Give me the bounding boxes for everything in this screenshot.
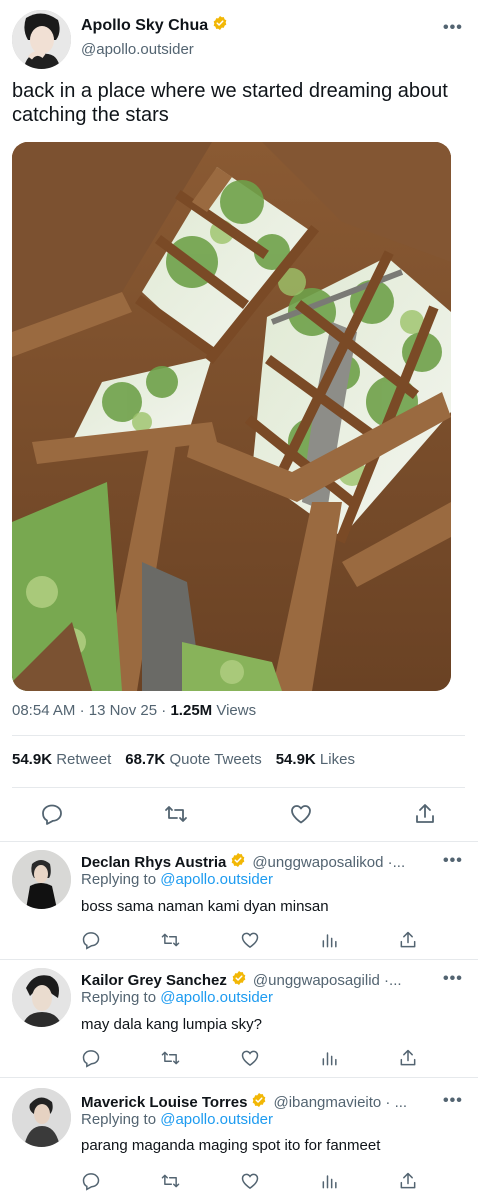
author-name-row: Apollo Sky Chua xyxy=(81,15,228,36)
tweet-text: back in a place where we started dreamin… xyxy=(12,80,448,126)
retweet-count: 54.9K xyxy=(12,751,53,768)
reply-name-row: Maverick Louise Torres @ibangmavieito · … xyxy=(81,1092,407,1112)
retweet-icon[interactable] xyxy=(160,1171,181,1196)
reply-action-bar xyxy=(0,1171,478,1191)
likes-label: Likes xyxy=(319,751,355,768)
divider xyxy=(12,735,465,736)
treehouse-skylight-photo xyxy=(12,142,451,691)
author-avatar[interactable] xyxy=(12,10,71,69)
replying-to-prefix: Replying to xyxy=(81,1111,157,1128)
reply-author-name[interactable]: Kailor Grey Sanchez xyxy=(81,972,227,989)
author-handle[interactable]: @apollo.outsider xyxy=(81,41,194,58)
replying-to-mention[interactable]: @apollo.outsider xyxy=(160,871,273,888)
tweet-date[interactable]: 13 Nov 25 xyxy=(89,702,157,719)
likes-stat[interactable]: 54.9K Likes xyxy=(276,751,355,768)
more-options-icon[interactable]: ••• xyxy=(443,970,463,988)
reply-text: parang maganda maging spot ito for fanme… xyxy=(81,1137,381,1154)
reply-icon[interactable] xyxy=(81,1048,101,1073)
like-icon[interactable] xyxy=(289,802,313,831)
replying-to: Replying to @apollo.outsider xyxy=(81,871,273,888)
views-icon[interactable] xyxy=(320,1171,340,1196)
reply-author-handle[interactable]: @unggwaposalikod ·... xyxy=(252,854,405,871)
verified-badge-icon xyxy=(251,1092,267,1112)
reply-name-row: Kailor Grey Sanchez @unggwaposagilid ·..… xyxy=(81,970,402,990)
avatar-photo xyxy=(12,10,71,69)
tweet-time[interactable]: 08:54 AM xyxy=(12,702,75,719)
verified-badge-icon xyxy=(230,852,246,872)
retweet-icon[interactable] xyxy=(160,1048,181,1073)
likes-count: 54.9K xyxy=(275,751,316,768)
reply-author-name[interactable]: Declan Rhys Austria xyxy=(81,854,226,871)
retweet-icon[interactable] xyxy=(160,930,181,955)
reply-author-handle[interactable]: @unggwaposagilid ·... xyxy=(253,972,402,989)
share-icon[interactable] xyxy=(413,802,437,831)
verified-badge-icon xyxy=(212,15,228,36)
views-icon[interactable] xyxy=(320,930,340,955)
author-name[interactable]: Apollo Sky Chua xyxy=(81,17,208,35)
reply-action-bar xyxy=(0,930,478,950)
like-icon[interactable] xyxy=(240,1048,260,1073)
views-count: 1.25M xyxy=(170,702,213,719)
views-icon[interactable] xyxy=(320,1048,340,1073)
tweet-stats: 54.9K Retweet 68.7K Quote Tweets 54.9K L… xyxy=(12,751,355,768)
share-icon[interactable] xyxy=(398,1171,418,1196)
share-icon[interactable] xyxy=(398,1048,418,1073)
meta-separator: · xyxy=(161,702,167,719)
views-label: Views xyxy=(216,702,257,719)
replying-to-mention[interactable]: @apollo.outsider xyxy=(160,1111,273,1128)
retweet-icon[interactable] xyxy=(163,802,189,831)
avatar-photo xyxy=(12,1088,71,1147)
tweet-media-image[interactable] xyxy=(12,142,451,691)
replying-to: Replying to @apollo.outsider xyxy=(81,989,273,1006)
replying-to-prefix: Replying to xyxy=(81,871,157,888)
reply-name-row: Declan Rhys Austria @unggwaposalikod ·..… xyxy=(81,852,405,872)
avatar-photo xyxy=(12,968,71,1027)
more-options-icon[interactable]: ••• xyxy=(443,19,463,37)
reply-avatar[interactable] xyxy=(12,850,71,909)
more-options-icon[interactable]: ••• xyxy=(443,852,463,870)
reply-action-bar xyxy=(0,1048,478,1068)
replying-to: Replying to @apollo.outsider xyxy=(81,1111,273,1128)
reply-text: may dala kang lumpia sky? xyxy=(81,1016,262,1033)
reply-icon[interactable] xyxy=(81,1171,101,1196)
reply-author-name[interactable]: Maverick Louise Torres xyxy=(81,1094,247,1111)
like-icon[interactable] xyxy=(240,1171,260,1196)
quote-count: 68.7K xyxy=(125,751,166,768)
replying-to-mention[interactable]: @apollo.outsider xyxy=(160,989,273,1006)
verified-badge-icon xyxy=(231,970,247,990)
replying-to-prefix: Replying to xyxy=(81,989,157,1006)
retweet-stat[interactable]: 54.9K Retweet xyxy=(12,751,111,768)
divider xyxy=(12,787,465,788)
retweet-label: Retweet xyxy=(56,751,112,768)
quote-label: Quote Tweets xyxy=(169,751,262,768)
main-action-bar xyxy=(0,802,478,828)
main-tweet: Apollo Sky Chua @apollo.outsider ••• bac… xyxy=(0,0,478,841)
reply-icon[interactable] xyxy=(40,802,64,831)
avatar-photo xyxy=(12,850,71,909)
reply-avatar[interactable] xyxy=(12,968,71,1027)
reply-icon[interactable] xyxy=(81,930,101,955)
reply-tweet[interactable]: Kailor Grey Sanchez @unggwaposagilid ·..… xyxy=(0,960,478,1077)
quote-stat[interactable]: 68.7K Quote Tweets xyxy=(125,751,261,768)
meta-separator: · xyxy=(79,702,85,719)
reply-tweet[interactable]: Declan Rhys Austria @unggwaposalikod ·..… xyxy=(0,842,478,959)
tweet-meta: 08:54 AM · 13 Nov 25 · 1.25M Views xyxy=(12,702,256,719)
reply-text: boss sama naman kami dyan minsan xyxy=(81,898,329,915)
reply-author-handle[interactable]: @ibangmavieito · ... xyxy=(273,1094,407,1111)
reply-tweet[interactable]: Maverick Louise Torres @ibangmavieito · … xyxy=(0,1078,478,1200)
reply-avatar[interactable] xyxy=(12,1088,71,1147)
like-icon[interactable] xyxy=(240,930,260,955)
more-options-icon[interactable]: ••• xyxy=(443,1092,463,1110)
share-icon[interactable] xyxy=(398,930,418,955)
